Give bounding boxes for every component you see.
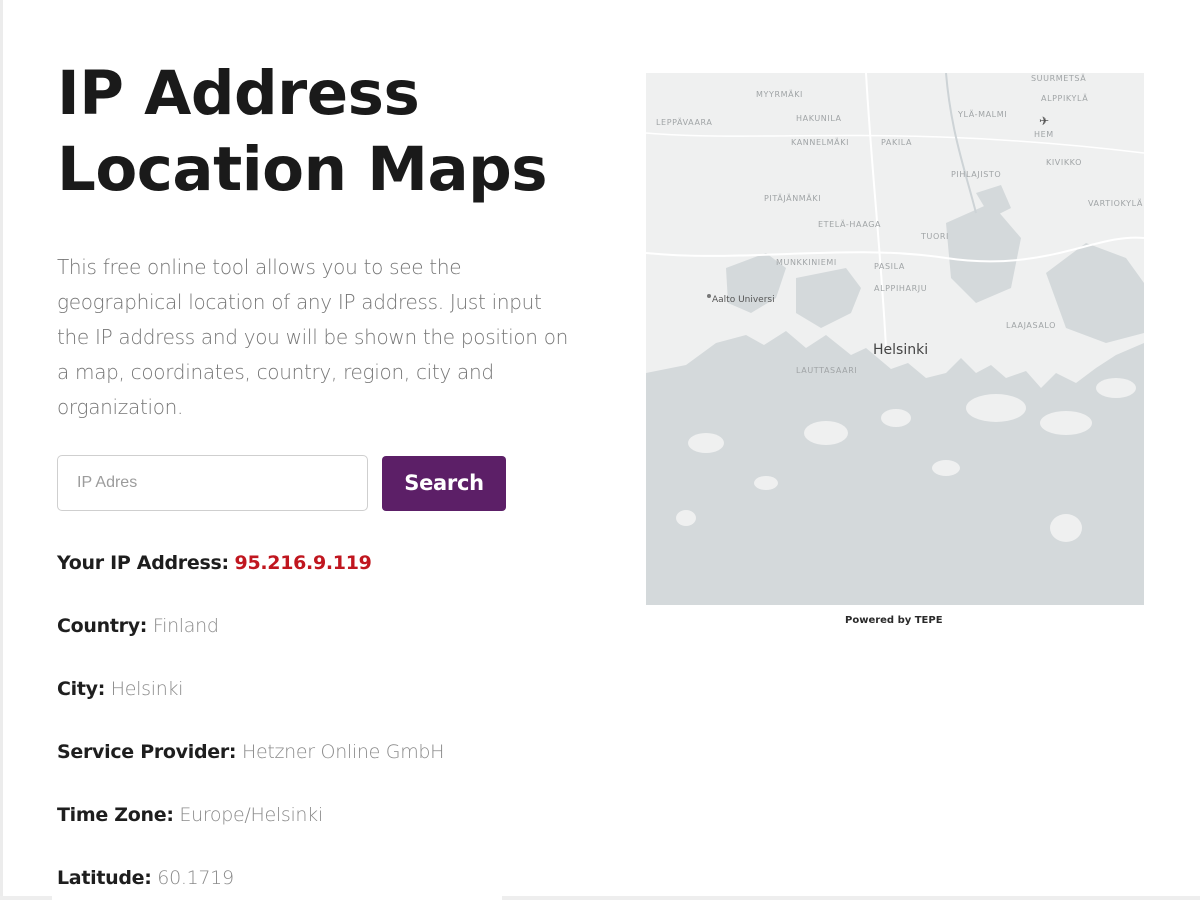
search-button[interactable]: Search (382, 455, 506, 511)
map-city-label: Helsinki (873, 342, 928, 358)
search-form: Search (57, 455, 577, 511)
ip-label: Your IP Address: (57, 552, 229, 574)
map-district-label: ALPPIHARJU (874, 284, 927, 293)
airport-label: HEM (1034, 130, 1054, 139)
map-district-label: PASILA (874, 262, 905, 271)
map-district-label: ALPPIKYLÄ (1041, 93, 1088, 103)
map-district-label: TUORI (920, 232, 949, 241)
page-left-border (0, 0, 3, 900)
map-district-label: KIVIKKO (1046, 158, 1082, 167)
content-column: IP Address Location Maps This free onlin… (57, 56, 577, 900)
info-row-country: Country: Finland (57, 613, 577, 676)
location-map[interactable]: MYYRMÄKI HAKUNILA PAKILA YLÄ-MALMI SUURM… (646, 73, 1144, 605)
latitude-label: Latitude: (57, 867, 152, 889)
intro-text: This free online tool allows you to see … (57, 255, 569, 419)
airport-icon: ✈ (1039, 114, 1049, 128)
map-island (932, 460, 960, 476)
timezone-value: Europe/Helsinki (179, 804, 323, 826)
ip-value: 95.216.9.119 (234, 552, 372, 574)
country-label: Country: (57, 615, 148, 637)
provider-value: Hetzner Online GmbH (241, 741, 445, 763)
info-row-timezone: Time Zone: Europe/Helsinki (57, 802, 577, 865)
map-island (1040, 411, 1092, 435)
city-value: Helsinki (110, 678, 184, 700)
city-label: City: (57, 678, 106, 700)
map-district-label: PITÄJÄNMÄKI (764, 193, 821, 203)
map-district-label: KANNELMÄKI (791, 137, 849, 147)
university-label: Aalto Universi (712, 295, 775, 305)
info-row-latitude: Latitude: 60.1719 (57, 865, 577, 900)
ip-address-input[interactable] (57, 455, 368, 511)
info-row-ip: Your IP Address: 95.216.9.119 (57, 550, 577, 613)
map-island (966, 394, 1026, 422)
map-district-label: LEPPÄVAARA (656, 117, 712, 127)
map-credit: Powered by TEPE (845, 615, 943, 626)
map-district-label: ETELÄ-HAAGA (818, 219, 881, 229)
country-value: Finland (152, 615, 219, 637)
map-district-label: SUURMETSÄ (1031, 73, 1086, 83)
map-island (1050, 514, 1082, 542)
map-island (1096, 378, 1136, 398)
info-row-provider: Service Provider: Hetzner Online GmbH (57, 739, 577, 802)
map-district-label: PIHLAJISTO (951, 170, 1001, 179)
map-district-label: YLÄ-MALMI (957, 109, 1007, 119)
map-district-label: MYYRMÄKI (756, 89, 803, 99)
map-island (754, 476, 778, 490)
map-district-label: PAKILA (881, 138, 912, 147)
map-island (676, 510, 696, 526)
map-district-label: LAAJASALO (1006, 321, 1056, 330)
info-row-city: City: Helsinki (57, 676, 577, 739)
latitude-value: 60.1719 (157, 867, 234, 889)
map-district-label: LAUTTASAARI (796, 366, 857, 375)
map-island (804, 421, 848, 445)
map-district-label: HAKUNILA (796, 114, 842, 123)
university-marker-icon (707, 294, 711, 298)
map-district-label: VARTIOKYLÄ (1088, 198, 1143, 208)
ip-info-list: Your IP Address: 95.216.9.119 Country: F… (57, 550, 577, 900)
map-district-label: MUNKKINIEMI (776, 258, 837, 267)
map-island (688, 433, 724, 453)
map-island (881, 409, 911, 427)
page-title: IP Address Location Maps (57, 58, 548, 205)
map-canvas[interactable]: MYYRMÄKI HAKUNILA PAKILA YLÄ-MALMI SUURM… (646, 73, 1144, 605)
provider-label: Service Provider: (57, 741, 237, 763)
timezone-label: Time Zone: (57, 804, 174, 826)
